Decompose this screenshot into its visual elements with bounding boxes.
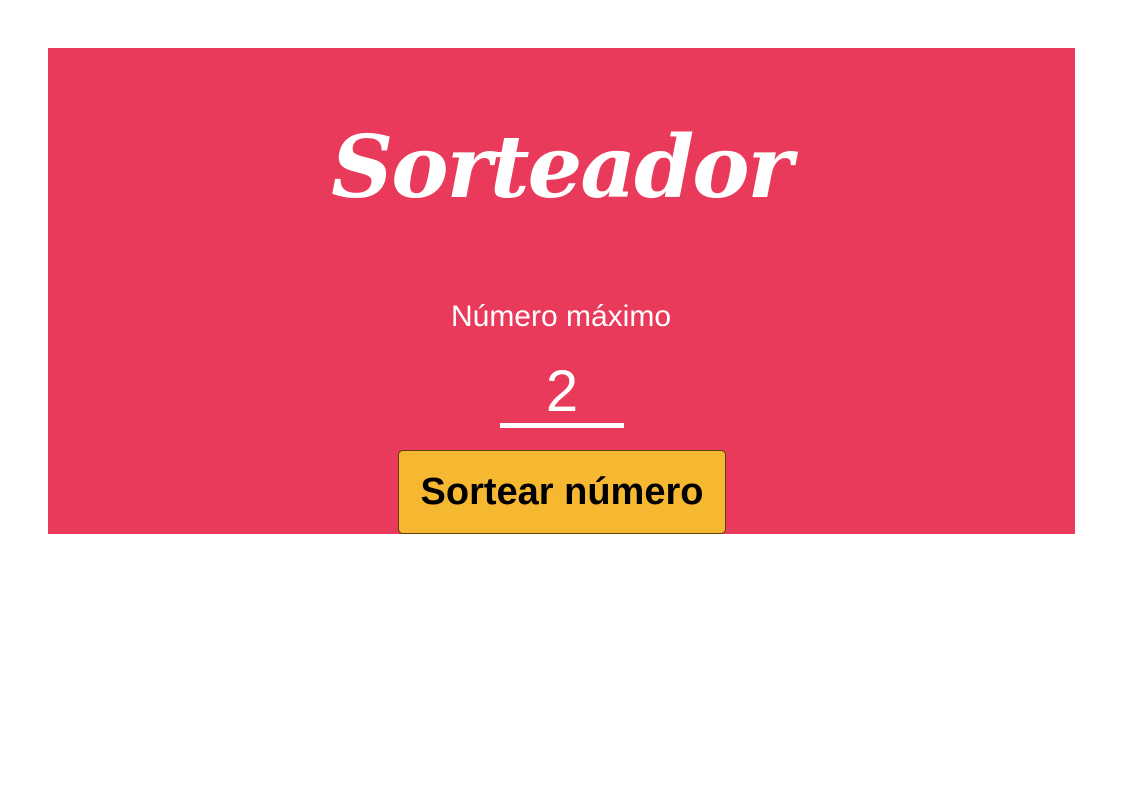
max-number-input[interactable]: [500, 360, 624, 428]
draw-number-button[interactable]: Sortear número: [398, 450, 726, 534]
max-number-label: Número máximo: [450, 300, 672, 333]
page-title: Sorteador: [331, 117, 793, 218]
